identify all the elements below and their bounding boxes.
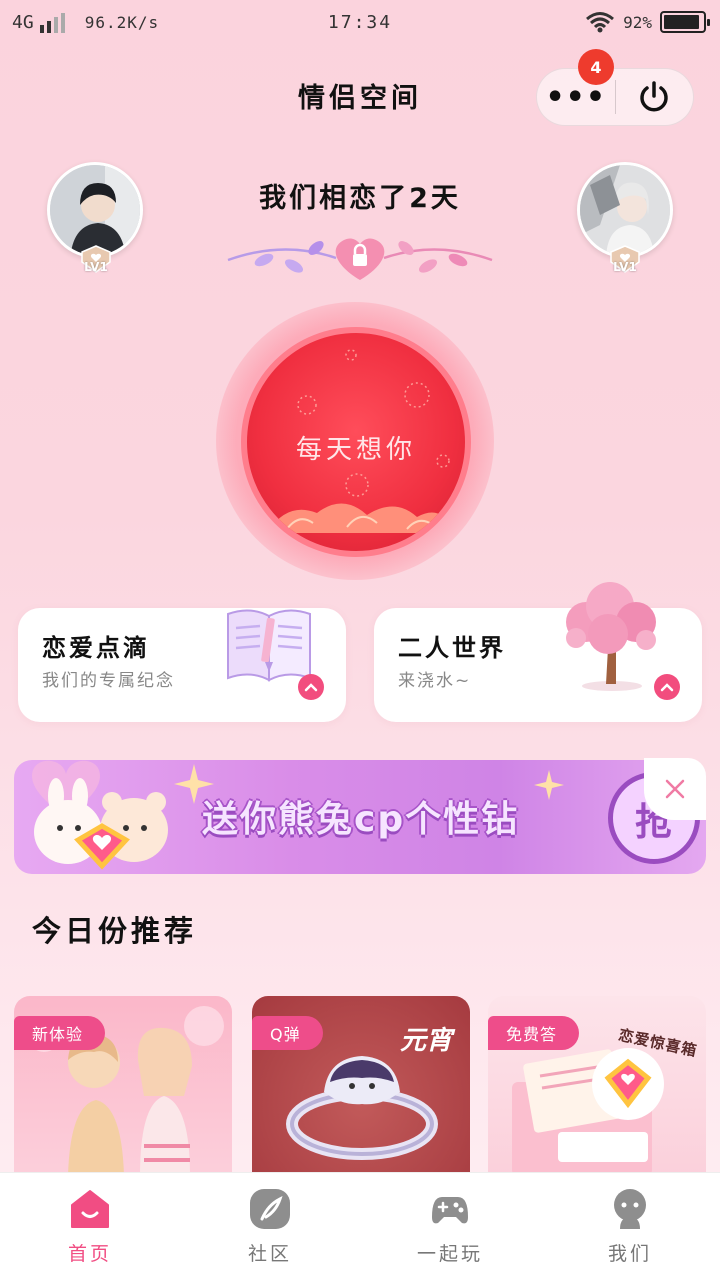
tab-home[interactable]: 首页 <box>0 1173 180 1280</box>
card-subtitle: 来浇水~ <box>398 671 472 691</box>
book-icon <box>227 609 311 682</box>
tab-label: 首页 <box>67 1243 112 1265</box>
user-icon <box>614 1189 646 1229</box>
vine-lock-ornament <box>227 238 493 280</box>
close-button[interactable] <box>616 68 694 126</box>
notification-badge: 4 <box>578 49 614 85</box>
close-icon <box>665 779 685 799</box>
recommend-tag: 免费答 <box>488 1016 580 1050</box>
status-bar: 4G 96.2K/s 17:34 92% <box>0 0 720 48</box>
tree-icon <box>566 582 656 691</box>
expand-arrow-icon[interactable] <box>298 674 324 700</box>
wifi-icon <box>586 12 615 33</box>
daily-label: 每天想你 <box>295 435 416 465</box>
bear-rabbit-couple-illustration <box>32 760 168 870</box>
gamepad-icon <box>432 1197 468 1224</box>
expand-arrow-icon[interactable] <box>654 674 680 700</box>
battery-icon <box>660 11 710 33</box>
yuanxiao-art-text: 元宵 <box>399 1026 452 1056</box>
promo-banner[interactable]: 送你熊兔cp个性钻 抢 <box>14 760 706 874</box>
card-subtitle: 我们的专属纪念 <box>42 671 175 691</box>
recommend-item[interactable]: 元宵 Q弹 <box>252 996 470 1176</box>
love-moments-card[interactable]: 恋爱点滴 我们的专属纪念 <box>18 608 346 722</box>
recommend-item[interactable]: 新体验 <box>14 996 232 1176</box>
battery-fill <box>664 15 699 29</box>
daily-miss-you-button[interactable]: 每天想你 <box>241 327 471 557</box>
mini-program-capsule: ••• <box>536 68 694 126</box>
sparkle-icon <box>534 770 564 800</box>
tab-us[interactable]: 我们 <box>540 1173 720 1280</box>
tab-label: 社区 <box>247 1243 292 1265</box>
home-icon <box>71 1190 109 1228</box>
tab-label: 一起玩 <box>416 1243 483 1265</box>
recommend-item[interactable]: 恋爱惊喜箱 免费答 <box>488 996 706 1176</box>
power-icon <box>640 81 668 112</box>
level-badge-right: LV1 <box>607 244 643 274</box>
tab-community[interactable]: 社区 <box>180 1173 360 1280</box>
recommend-tag: Q弹 <box>252 1016 323 1050</box>
love-days-text: 我们相恋了2天 <box>259 183 461 214</box>
banner-close-button[interactable] <box>644 758 706 820</box>
section-title-recommend: 今日份推荐 <box>32 914 198 948</box>
recommend-tag: 新体验 <box>14 1016 106 1050</box>
battery-percent: 92% <box>623 12 652 32</box>
level-badge-left: LV1 <box>78 244 114 274</box>
tab-play-together[interactable]: 一起玩 <box>360 1173 540 1280</box>
feather-icon <box>250 1189 290 1229</box>
tab-label: 我们 <box>607 1243 652 1265</box>
banner-title: 送你熊兔cp个性钻 <box>202 799 520 840</box>
bottom-tab-bar: 首页 社区 一起玩 我们 <box>0 1172 720 1280</box>
card-title: 恋爱点滴 <box>42 634 150 662</box>
card-title: 二人世界 <box>398 634 506 662</box>
two-person-world-card[interactable]: 二人世界 来浇水~ <box>374 582 702 722</box>
